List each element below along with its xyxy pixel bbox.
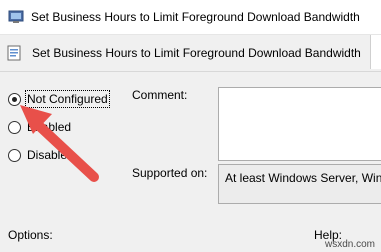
- header-divider: [0, 71, 381, 72]
- radio-selected-dot: [12, 97, 17, 102]
- radio-label-disabled: Disabled: [27, 148, 74, 162]
- comment-textbox[interactable]: [218, 87, 381, 161]
- group-policy-icon: [8, 10, 24, 23]
- radio-label-not-configured: Not Configured: [25, 90, 110, 108]
- watermark: wsxdn.com: [324, 239, 375, 250]
- title-bar: Set Business Hours to Limit Foreground D…: [0, 0, 381, 35]
- policy-title: Set Business Hours to Limit Foreground D…: [32, 46, 361, 60]
- radio-button[interactable]: [8, 149, 21, 162]
- supported-on-label: Supported on:: [132, 166, 208, 180]
- policy-header: Set Business Hours to Limit Foreground D…: [0, 35, 381, 69]
- radio-button[interactable]: [8, 93, 21, 106]
- supported-on-value: At least Windows Server, Windows 10: [225, 171, 381, 185]
- supported-on-field[interactable]: At least Windows Server, Windows 10: [218, 164, 381, 204]
- radio-button[interactable]: [8, 121, 21, 134]
- comment-label: Comment:: [132, 88, 188, 102]
- policy-document-icon: [7, 45, 21, 61]
- header-scrollbar[interactable]: [370, 35, 381, 69]
- options-label: Options:: [8, 228, 53, 242]
- window-title: Set Business Hours to Limit Foreground D…: [31, 10, 360, 24]
- radio-label-enabled: Enabled: [27, 120, 72, 134]
